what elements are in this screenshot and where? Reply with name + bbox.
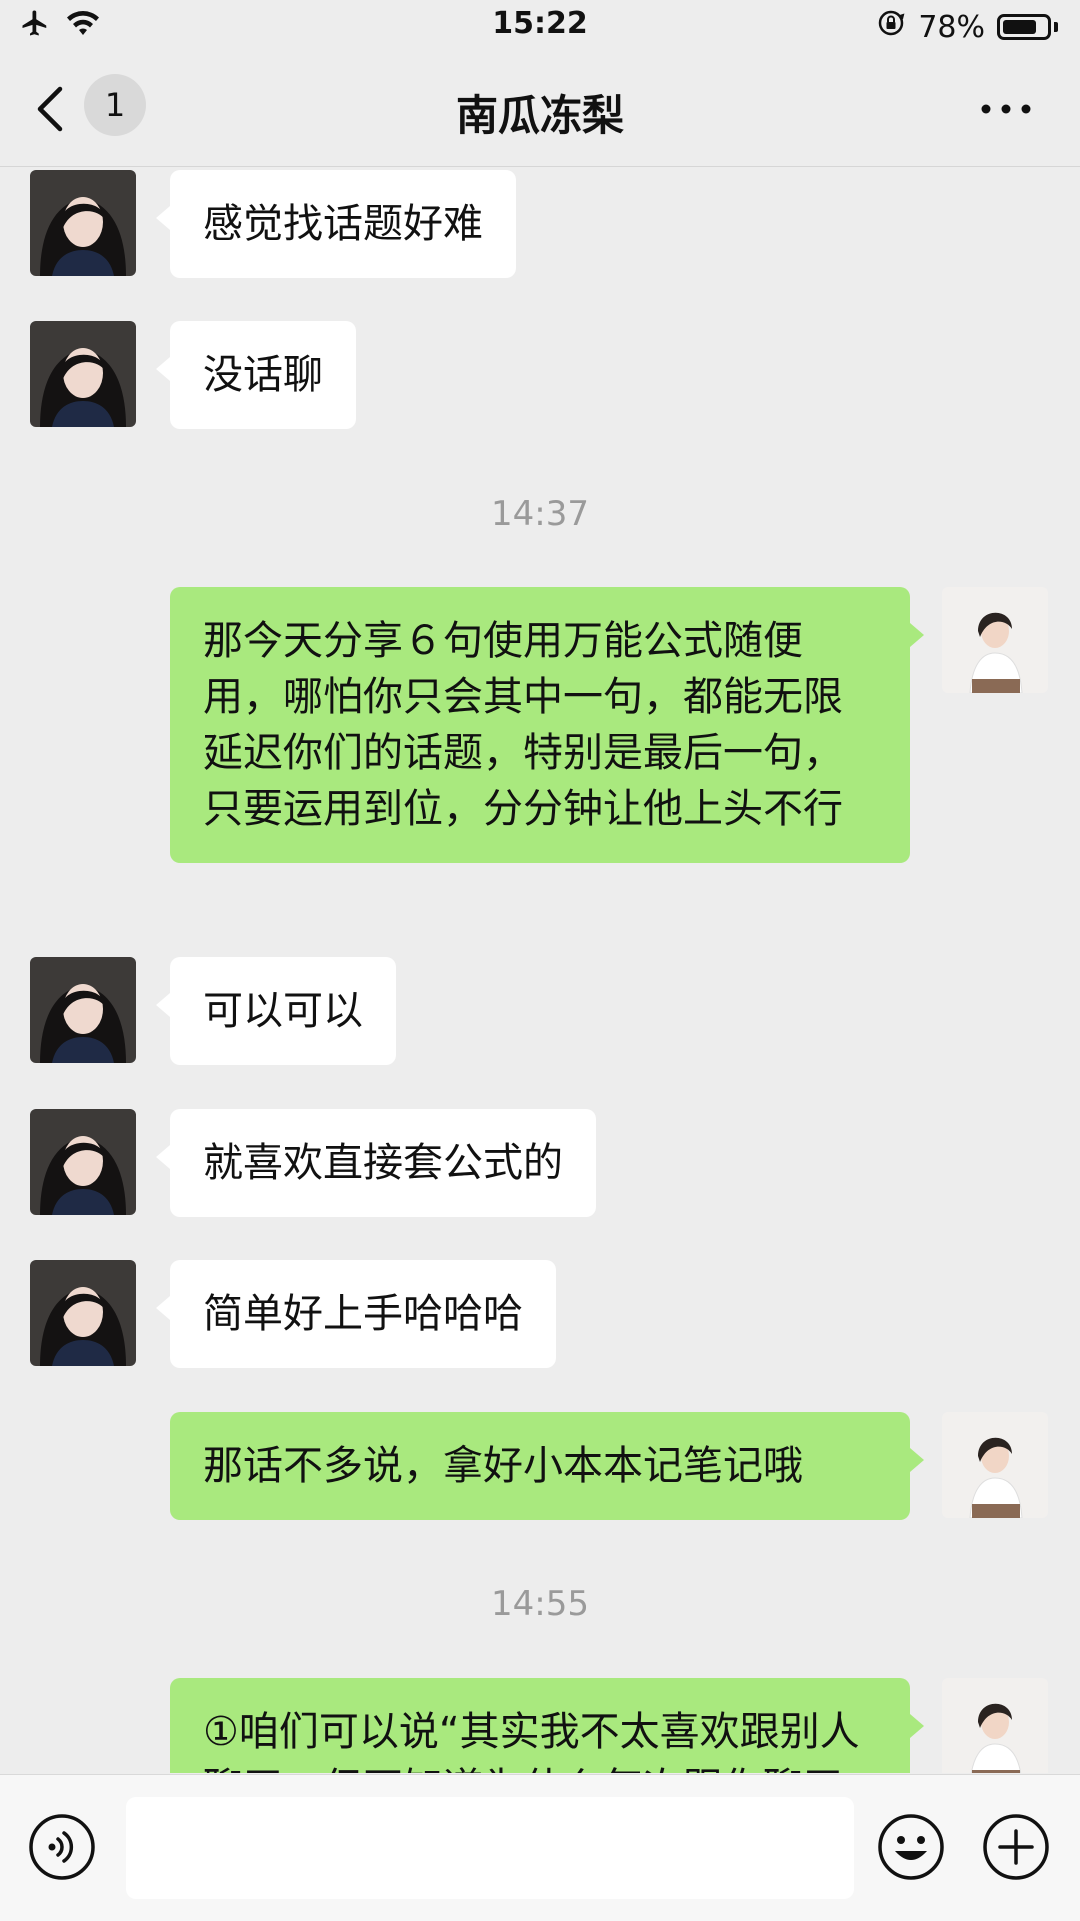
my-avatar-image bbox=[942, 1412, 1048, 1518]
contact-avatar[interactable] bbox=[30, 170, 136, 276]
input-bar bbox=[0, 1774, 1080, 1921]
message-bubble-received[interactable]: 简单好上手哈哈哈 bbox=[156, 1260, 556, 1368]
timestamp: 14:55 bbox=[491, 1584, 589, 1624]
emoji-icon bbox=[878, 1814, 944, 1880]
voice-icon bbox=[29, 1814, 95, 1880]
more-button[interactable] bbox=[978, 94, 1034, 124]
battery-level bbox=[1003, 20, 1036, 34]
status-bar: 15:22 78% bbox=[0, 0, 1080, 54]
contact-avatar-image bbox=[30, 321, 136, 427]
contact-avatar-image bbox=[30, 1260, 136, 1366]
chat-title: 南瓜冻梨 bbox=[455, 91, 624, 140]
more-icon bbox=[981, 104, 1031, 114]
my-avatar-image bbox=[942, 587, 1048, 693]
message-bubble-sent[interactable]: ①咱们可以说“其实我不太喜欢跟别人聊天，但不知道为什么每次跟你聊天都很开心” bbox=[170, 1678, 924, 1773]
contact-avatar-image bbox=[30, 170, 136, 276]
message-bubble-sent[interactable]: 那话不多说，拿好小本本记笔记哦 bbox=[170, 1412, 924, 1520]
message-bubble-received[interactable]: 感觉找话题好难 bbox=[156, 170, 516, 278]
emoji-button[interactable] bbox=[877, 1813, 945, 1881]
battery-cap bbox=[1054, 22, 1058, 32]
message-bubble-received[interactable]: 就喜欢直接套公式的 bbox=[156, 1109, 596, 1217]
message-bubble-received[interactable]: 可以可以 bbox=[156, 957, 396, 1065]
message-input[interactable] bbox=[126, 1797, 854, 1899]
voice-button[interactable] bbox=[28, 1813, 96, 1881]
contact-avatar[interactable] bbox=[30, 957, 136, 1063]
contact-avatar[interactable] bbox=[30, 1109, 136, 1215]
rotation-lock-icon bbox=[876, 8, 906, 46]
my-avatar[interactable] bbox=[942, 1678, 1048, 1773]
plus-icon bbox=[983, 1814, 1049, 1880]
chat-header: 1 南瓜冻梨 bbox=[0, 54, 1080, 167]
message-bubble-received[interactable]: 没话聊 bbox=[156, 321, 356, 429]
more-functions-button[interactable] bbox=[982, 1813, 1050, 1881]
my-avatar-image bbox=[942, 1678, 1048, 1773]
battery-percent: 78% bbox=[918, 9, 985, 45]
contact-avatar[interactable] bbox=[30, 1260, 136, 1366]
contact-avatar-image bbox=[30, 957, 136, 1063]
message-list[interactable]: 感觉找话题好难 没话聊 14:37 那今天分享６句使用万能公式随便用，哪怕你只会… bbox=[0, 167, 1080, 1773]
my-avatar[interactable] bbox=[942, 1412, 1048, 1518]
contact-avatar[interactable] bbox=[30, 321, 136, 427]
battery-icon bbox=[997, 14, 1051, 40]
contact-avatar-image bbox=[30, 1109, 136, 1215]
my-avatar[interactable] bbox=[942, 587, 1048, 693]
message-bubble-sent[interactable]: 那今天分享６句使用万能公式随便用，哪怕你只会其中一句，都能无限延迟你们的话题，特… bbox=[170, 587, 924, 863]
timestamp: 14:37 bbox=[491, 494, 589, 534]
